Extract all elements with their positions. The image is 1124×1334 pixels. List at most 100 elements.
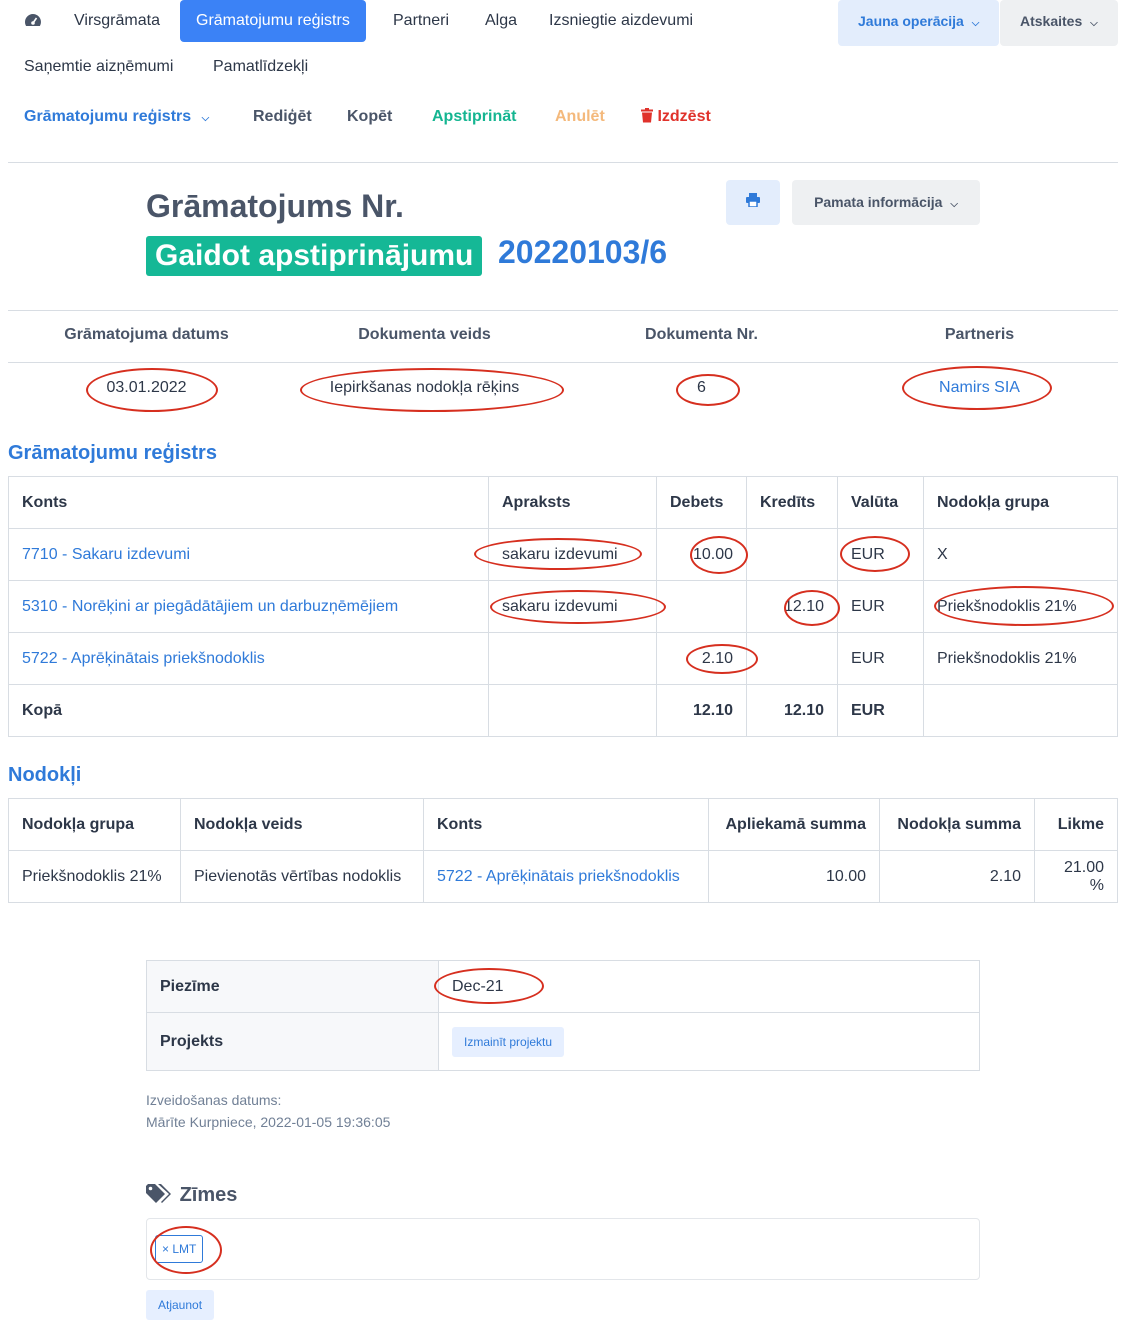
new-operation-label: Jauna operācija — [858, 13, 964, 29]
note-value: Dec-21 — [438, 960, 980, 1013]
debit-cell: 10.00 — [656, 528, 747, 581]
total-currency: EUR — [837, 684, 924, 737]
print-icon — [746, 193, 760, 212]
trash-icon — [641, 108, 657, 125]
update-tags-button[interactable]: Atjaunot — [146, 1290, 215, 1320]
tax-group-cell: X — [923, 528, 1118, 581]
document-number: 20220103/6 — [498, 234, 668, 270]
nav-alga[interactable]: Alga — [469, 0, 533, 42]
tags-heading: Zīmes — [146, 1184, 237, 1207]
delete-label: Izdzēst — [657, 108, 711, 125]
base-amount-cell: 10.00 — [708, 850, 880, 903]
column-header-currency: Valūta — [837, 476, 924, 529]
nav-partneri[interactable]: Partneri — [377, 0, 465, 42]
reports-label: Atskaites — [1020, 13, 1083, 29]
table-row: 5722 - Aprēķinātais priekšnodoklis 2.10 … — [8, 632, 1118, 685]
edit-button[interactable]: Rediģēt — [253, 108, 312, 126]
column-header-description: Apraksts — [488, 476, 657, 529]
account-link[interactable]: 7710 - Sakaru izdevumi — [8, 528, 489, 581]
description-cell: sakaru izdevumi — [488, 528, 657, 581]
total-credit: 12.10 — [746, 684, 838, 737]
currency-cell: EUR — [837, 580, 924, 633]
divider — [8, 162, 1118, 163]
column-header-account: Konts — [8, 476, 489, 529]
total-label: Kopā — [8, 684, 489, 737]
status-badge: Gaidot apstiprinājumu — [146, 236, 483, 276]
divider — [8, 310, 1118, 311]
column-header-tax-type: Nodokļa veids — [180, 798, 424, 851]
description-cell: sakaru izdevumi — [488, 580, 657, 633]
column-header-rate: Likme — [1034, 798, 1118, 851]
column-header-account: Konts — [423, 798, 709, 851]
taxes-section-title: Nodokļi — [8, 764, 82, 786]
page-title: Grāmatojums Nr. — [146, 188, 404, 224]
register-dropdown-label: Grāmatojumu reģistrs — [24, 108, 192, 125]
tag-chip-lmt[interactable]: × LMT — [155, 1235, 204, 1263]
nav-izsniegtie-aizdevumi[interactable]: Izsniegtie aizdevumi — [533, 0, 709, 42]
tags-input[interactable]: × LMT — [146, 1218, 980, 1280]
currency-cell: EUR — [837, 528, 924, 581]
project-label: Projekts — [146, 1012, 439, 1071]
summary-header-partner: Partneris — [944, 326, 1015, 343]
debit-cell: 2.10 — [656, 632, 747, 685]
tax-group-cell: Priekšnodoklis 21% — [923, 632, 1118, 685]
chevron-down-icon: ⌵ — [1090, 18, 1098, 29]
description-cell — [488, 632, 657, 685]
nav-pamatlidzekli[interactable]: Pamatlīdzekļi — [197, 46, 324, 88]
rate-cell: 21.00 % — [1034, 850, 1118, 903]
delete-button[interactable]: Izdzēst — [641, 108, 711, 126]
currency-cell: EUR — [837, 632, 924, 685]
notes-table: Piezīme Dec-21 Projekts Izmainīt projekt… — [146, 960, 980, 1071]
account-link[interactable]: 5310 - Norēķini ar piegādātājiem un darb… — [8, 580, 489, 633]
tax-type-cell: Pievienotās vērtības nodoklis — [180, 850, 424, 903]
taxes-table: Nodokļa grupa Nodokļa veids Konts Apliek… — [8, 798, 1118, 903]
print-button[interactable] — [726, 180, 780, 225]
summary-date: 03.01.2022 — [106, 379, 187, 396]
register-table: Konts Apraksts Debets Kredīts Valūta Nod… — [8, 476, 1118, 737]
table-row: 5310 - Norēķini ar piegādātājiem un darb… — [8, 580, 1118, 633]
column-header-tax-group: Nodokļa grupa — [8, 798, 181, 851]
tax-group-cell: Priekšnodoklis 21% — [923, 580, 1118, 633]
credit-cell: 12.10 — [746, 580, 838, 633]
column-header-base-amount: Apliekamā summa — [708, 798, 880, 851]
debit-cell — [656, 580, 747, 633]
column-header-credit: Kredīts — [746, 476, 838, 529]
approve-button[interactable]: Apstiprināt — [432, 108, 516, 126]
total-debit: 12.10 — [656, 684, 747, 737]
cancel-button[interactable]: Anulēt — [555, 108, 605, 126]
summary-partner-link[interactable]: Namirs SIA — [833, 379, 1124, 397]
chevron-down-icon: ⌵ — [201, 113, 210, 124]
divider — [8, 362, 1118, 363]
account-link[interactable]: 5722 - Aprēķinātais priekšnodoklis — [8, 632, 489, 685]
summary-header-doc-type: Dokumenta veids — [358, 326, 491, 343]
register-dropdown[interactable]: Grāmatojumu reģistrs ⌵ — [24, 108, 209, 126]
basic-info-label: Pamata informācija — [814, 194, 943, 210]
summary-header-doc-no: Dokumenta Nr. — [645, 326, 758, 343]
credit-cell — [746, 632, 838, 685]
project-cell: Izmainīt projektu — [438, 1012, 980, 1071]
nav-gramatojumu-registrs[interactable]: Grāmatojumu reģistrs — [180, 0, 366, 42]
summary-doc-no: 6 — [697, 379, 706, 396]
tags-icon — [146, 1184, 180, 1206]
total-row: Kopā 12.10 12.10 EUR — [8, 684, 1118, 737]
nav-sanemtie-aiznemumi[interactable]: Saņemtie aizņēmumi — [8, 46, 189, 88]
column-header-debit: Debets — [656, 476, 747, 529]
new-operation-button[interactable]: Jauna operācija ⌵ — [838, 0, 1000, 46]
nav-virsgramata[interactable]: Virsgrāmata — [58, 0, 176, 42]
chevron-down-icon: ⌵ — [971, 18, 980, 29]
credit-cell — [746, 528, 838, 581]
account-link[interactable]: 5722 - Aprēķinātais priekšnodoklis — [423, 850, 709, 903]
basic-info-button[interactable]: Pamata informācija ⌵ — [792, 180, 980, 225]
note-label: Piezīme — [146, 960, 439, 1013]
created-label: Izveidošanas datums: — [146, 1092, 282, 1108]
change-project-button[interactable]: Izmainīt projektu — [452, 1026, 565, 1057]
created-value: Mārīte Kurpniece, 2022-01-05 19:36:05 — [146, 1114, 391, 1130]
dashboard-icon[interactable] — [24, 12, 42, 33]
tax-group-cell: Priekšnodoklis 21% — [8, 850, 181, 903]
tax-amount-cell: 2.10 — [879, 850, 1035, 903]
copy-button[interactable]: Kopēt — [347, 108, 392, 126]
table-row: Priekšnodoklis 21% Pievienotās vērtības … — [8, 850, 1118, 903]
reports-button[interactable]: Atskaites ⌵ — [1000, 0, 1118, 46]
column-header-tax-group: Nodokļa grupa — [923, 476, 1118, 529]
column-header-tax-amount: Nodokļa summa — [879, 798, 1035, 851]
